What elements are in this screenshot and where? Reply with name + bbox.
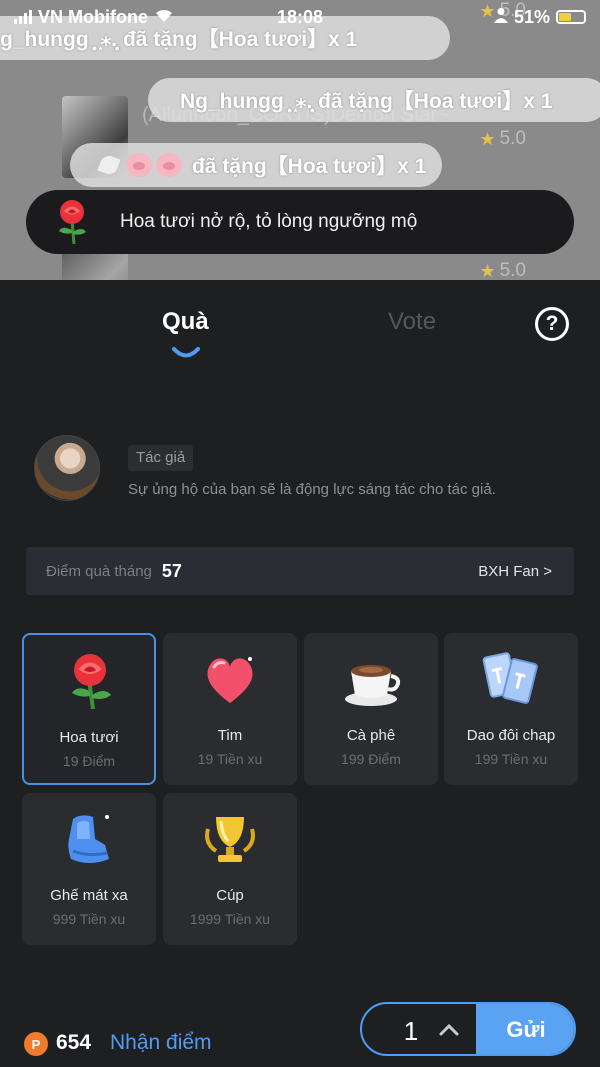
clock: 18:08 (276, 6, 324, 27)
tab-active-indicator (172, 347, 200, 358)
rating-value: 5.0 (499, 128, 526, 149)
coffee-icon (345, 665, 401, 706)
earn-points-link[interactable]: Nhận điểm (110, 1031, 212, 1055)
pig-emoji-icon (156, 153, 182, 177)
rating-value: 5.0 (499, 260, 526, 280)
rating-row: ★ 5.0 (479, 128, 526, 150)
points-value: 57 (161, 560, 182, 581)
send-control: 1 Gửi (360, 1002, 576, 1056)
author-description: Sự ủng hộ của bạn sẽ là động lực sáng tá… (128, 481, 496, 498)
gift-card-double-cards[interactable]: Dao đôi chap 199 Tiền xu (444, 633, 578, 785)
points-coin-icon: P (24, 1032, 48, 1056)
rating-row: ★ 5.0 (479, 260, 526, 280)
trophy-icon (205, 817, 255, 862)
gift-notification: Ng_hungg ̥͙ ͙⁎.̥͙ đã tặng【Hoa tươi】x 1 (148, 78, 600, 122)
tab-vote[interactable]: Vote (388, 308, 436, 336)
gift-price: 199 Điểm (341, 751, 401, 767)
gift-card-massage-chair[interactable]: Ghế mát xa 999 Tiền xu (22, 793, 156, 945)
heart-icon (207, 657, 253, 703)
cards-icon (482, 652, 538, 704)
story-thumbnail (62, 250, 128, 280)
person-icon (493, 7, 508, 28)
points-balance: 654 (56, 1031, 92, 1054)
gift-notification: đã tặng【Hoa tươi】x 1 (70, 143, 442, 187)
gift-name: Dao đôi chap (466, 727, 556, 744)
battery-icon (556, 10, 586, 24)
rose-icon (72, 654, 111, 710)
gift-name: Cúp (216, 887, 244, 904)
tab-gift[interactable]: Quà (162, 308, 209, 336)
chevron-up-icon[interactable] (436, 1017, 462, 1043)
gift-sheet: Quà Vote ? Tác giả Sự ủng hộ của bạn sẽ … (0, 280, 600, 1067)
toast-text: Hoa tươi nở rộ, tỏ lòng ngưỡng mộ (120, 211, 418, 232)
gift-card-rose[interactable]: Hoa tươi 19 Điểm (22, 633, 156, 785)
gift-price: 999 Tiền xu (52, 911, 126, 927)
battery-percent: 51% (513, 6, 550, 27)
author-section: Tác giả Sự ủng hộ của bạn sẽ là động lực… (34, 435, 574, 505)
bottom-bar: P 654 Nhận điểm 1 Gửi (0, 998, 600, 1067)
pig-emoji-icon (126, 153, 152, 177)
gift-price: 1999 Tiền xu (189, 911, 271, 927)
gift-name: Hoa tươi (59, 729, 119, 746)
rose-icon (59, 200, 86, 245)
send-button[interactable]: Gửi (476, 1004, 574, 1054)
gift-price: 199 Tiền xu (474, 751, 548, 767)
petal-icon (97, 153, 121, 177)
author-avatar[interactable] (34, 435, 100, 501)
gift-name: Tim (217, 727, 243, 744)
wifi-icon (154, 7, 174, 28)
carrier-name: VN Mobifone (38, 6, 148, 27)
signal-icon (14, 10, 32, 24)
gift-card-coffee[interactable]: Cà phê 199 Điểm (304, 633, 438, 785)
notification-text: Ng_hungg ̥͙ ͙⁎.̥͙ đã tặng【Hoa tươi】x 1 (180, 90, 553, 113)
help-button[interactable]: ? (535, 307, 569, 341)
gift-price: 19 Tiền xu (197, 751, 263, 767)
gift-name: Ghế mát xa (50, 887, 128, 904)
gift-card-heart[interactable]: Tim 19 Tiền xu (163, 633, 297, 785)
status-bar: VN Mobifone 18:08 51% (0, 0, 600, 34)
notification-text: đã tặng【Hoa tươi】x 1 (192, 155, 427, 178)
gift-price: 19 Điểm (62, 753, 116, 769)
star-icon: ★ (479, 128, 496, 149)
massage-chair-icon (68, 815, 109, 863)
author-tag: Tác giả (128, 445, 194, 471)
points-label: Điểm quà tháng (46, 562, 152, 580)
gift-card-trophy[interactable]: Cúp 1999 Tiền xu (163, 793, 297, 945)
gift-name: Cà phê (346, 727, 396, 744)
star-icon: ★ (479, 260, 496, 281)
quantity-value[interactable]: 1 (398, 1016, 424, 1047)
tab-bar: Quà Vote ? (0, 280, 600, 370)
fan-ranking-link[interactable]: BXH Fan > (478, 563, 552, 580)
gift-toast: Hoa tươi nở rộ, tỏ lòng ngưỡng mộ (26, 190, 574, 254)
monthly-points-bar: Điểm quà tháng 57 BXH Fan > (26, 547, 574, 595)
